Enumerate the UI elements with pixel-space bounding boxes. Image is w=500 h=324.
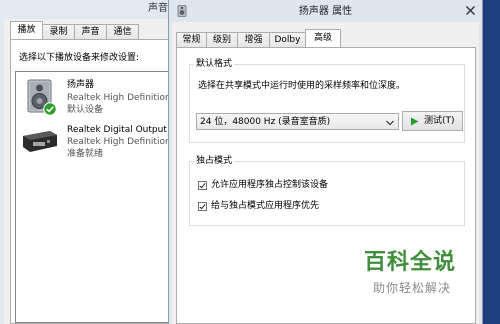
format-select-value: 24 位，48000 Hz (录音室音质) [200, 117, 331, 127]
default-format-description: 选择在共享模式中运行时使用的采样频率和位深度。 [198, 81, 406, 91]
sound-tab-strip: 播放 录制 声音 通信 [10, 21, 139, 39]
device-name: 扬声器 [67, 80, 95, 90]
tab-advanced[interactable]: 高级 [305, 29, 341, 47]
watermark-brand: 百科全说 [364, 250, 457, 275]
device-status: 准备就绪 [67, 149, 104, 159]
device-name: Realtek Digital Output [67, 125, 167, 135]
exclusive-priority-label[interactable]: 给与独占模式应用程序优先 [211, 201, 319, 211]
tab-levels[interactable]: 级别 [206, 32, 238, 47]
format-select[interactable]: 24 位，48000 Hz (录音室音质) [196, 113, 399, 130]
test-button[interactable]: 测试(T) [402, 111, 463, 131]
chevron-down-icon [386, 119, 394, 126]
tab-recording[interactable]: 录制 [42, 24, 75, 39]
default-format-group [189, 64, 465, 143]
device-driver: Realtek High Definition A [67, 137, 180, 147]
device-status: 默认设备 [67, 105, 104, 115]
sound-window-title: 声音 [148, 3, 168, 14]
default-device-check-icon [43, 102, 57, 116]
test-button-label: 测试(T) [424, 116, 455, 126]
watermark-slogan: 助你轻松解决 [373, 281, 452, 295]
device-driver: Realtek High Definition A [67, 93, 180, 103]
tab-dolby[interactable]: Dolby [269, 32, 306, 47]
tab-playback[interactable]: 播放 [10, 21, 43, 39]
tab-general[interactable]: 常规 [176, 32, 207, 47]
dialog-tab-strip: 常规 级别 增强 Dolby 高级 [176, 29, 341, 47]
tab-communications[interactable]: 通信 [106, 24, 139, 39]
exclusive-mode-legend: 独占模式 [194, 156, 235, 166]
speaker-icon [21, 78, 59, 116]
play-icon [410, 117, 419, 126]
default-format-legend: 默认格式 [194, 59, 235, 69]
playback-instruction: 选择以下播放设备来修改设置: [19, 53, 140, 63]
exclusive-priority-checkbox[interactable] [198, 202, 207, 211]
allow-exclusive-control-label[interactable]: 允许应用程序独占控制该设备 [211, 180, 328, 190]
close-icon[interactable] [465, 5, 476, 16]
digital-output-icon [21, 125, 59, 155]
allow-exclusive-control-checkbox[interactable] [198, 181, 207, 190]
tab-enhancements[interactable]: 增强 [237, 32, 270, 47]
dialog-title: 扬声器 属性 [298, 6, 353, 17]
exclusive-mode-group [189, 161, 465, 226]
tab-sounds[interactable]: 声音 [74, 24, 107, 39]
